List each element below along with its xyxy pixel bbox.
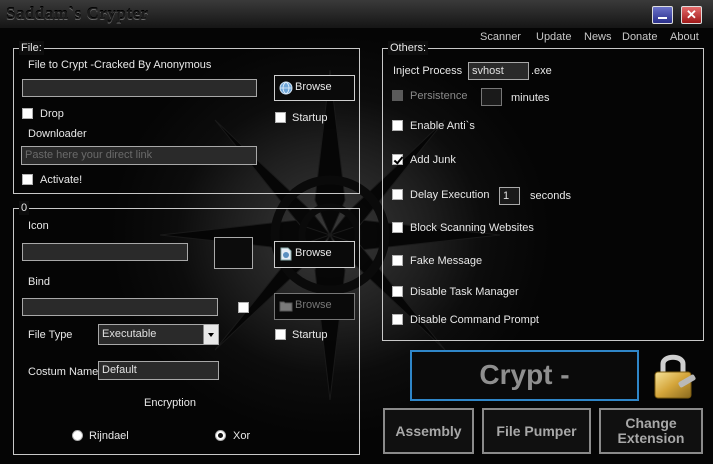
options-group-title: 0 (19, 201, 30, 215)
others-group-title: Others: (388, 41, 429, 55)
close-icon[interactable]: ✕ (681, 6, 702, 24)
file-pumper-button[interactable]: File Pumper (482, 408, 591, 454)
bind-startup-checkbox[interactable] (275, 329, 286, 340)
chevron-down-icon[interactable] (203, 325, 218, 344)
file-startup-label: Startup (292, 112, 328, 124)
title-bar[interactable]: Saddam`s Crypter ✕ (0, 0, 713, 28)
minimize-icon[interactable] (652, 6, 673, 24)
xor-radio[interactable] (215, 430, 226, 441)
icon-browse-button[interactable]: Browse (274, 241, 355, 268)
icon-path-input[interactable] (22, 243, 188, 261)
globe-icon (279, 81, 293, 95)
persistence-checkbox[interactable] (392, 90, 403, 101)
add-junk-checkbox[interactable] (392, 154, 403, 165)
rijndael-label: Rijndael (89, 430, 129, 442)
block-scanning-checkbox[interactable] (392, 222, 403, 233)
bind-startup-label: Startup (292, 329, 328, 341)
seconds-label: seconds (530, 190, 571, 202)
costum-name-input[interactable]: Default (98, 361, 219, 380)
menu-about[interactable]: About (670, 31, 699, 43)
persistence-label: Persistence (410, 90, 468, 102)
assembly-button[interactable]: Assembly (383, 408, 474, 454)
bind-browse-label: Browse (295, 299, 332, 311)
minutes-label: minutes (511, 92, 550, 104)
inject-ext-label: .exe (531, 65, 552, 77)
disable-task-manager-label: Disable Task Manager (410, 286, 519, 298)
document-icon (280, 247, 292, 261)
file-type-select[interactable]: Executable (98, 324, 219, 345)
file-browse-label: Browse (295, 81, 332, 93)
menu-news[interactable]: News (584, 31, 612, 43)
activate-checkbox[interactable] (22, 174, 33, 185)
padlock-icon (654, 354, 696, 399)
activate-label: Activate! (40, 174, 83, 186)
disable-cmd-checkbox[interactable] (392, 314, 403, 325)
bind-checkbox[interactable] (238, 302, 249, 313)
fake-message-label: Fake Message (410, 255, 483, 267)
delay-execution-label: Delay Execution (410, 189, 490, 201)
inject-process-input[interactable]: svhost (468, 62, 529, 80)
file-to-crypt-label: File to Crypt -Cracked By Anonymous (28, 59, 212, 71)
drop-label: Drop (40, 108, 64, 120)
bind-label: Bind (28, 276, 51, 288)
disable-task-manager-checkbox[interactable] (392, 286, 403, 297)
crypt-button[interactable]: Crypt - (410, 350, 639, 401)
folder-icon (279, 301, 293, 312)
menu-update[interactable]: Update (536, 31, 571, 43)
file-group-title: File: (19, 41, 44, 55)
block-scanning-label: Block Scanning Websites (410, 222, 534, 234)
disable-cmd-label: Disable Command Prompt (410, 314, 539, 326)
file-type-value: Executable (102, 328, 157, 340)
bind-path-input[interactable] (22, 298, 218, 316)
inject-process-label: Inject Process (393, 65, 463, 77)
icon-label: Icon (28, 220, 49, 232)
menu-scanner[interactable]: Scanner (480, 31, 521, 43)
direct-link-input[interactable]: Paste here your direct link (21, 146, 257, 165)
change-extension-button[interactable]: Change Extension (599, 408, 703, 454)
enable-anti-label: Enable Anti`s (410, 120, 475, 132)
xor-label: Xor (233, 430, 251, 442)
drop-checkbox[interactable] (22, 108, 33, 119)
enable-anti-checkbox[interactable] (392, 120, 403, 131)
fake-message-checkbox[interactable] (392, 255, 403, 266)
icon-preview (214, 237, 253, 269)
file-type-label: File Type (28, 329, 73, 341)
change-extension-line1: Change (625, 415, 677, 431)
window-title: Saddam`s Crypter (6, 4, 149, 23)
encryption-label: Encryption (144, 397, 196, 409)
delay-seconds-input[interactable]: 1 (499, 187, 520, 205)
costum-name-label: Costum Name (28, 366, 99, 378)
crypter-window: Saddam`s Crypter ✕ Scanner Update News D… (0, 0, 713, 464)
downloader-label: Downloader (28, 128, 87, 140)
file-startup-checkbox[interactable] (275, 112, 286, 123)
icon-browse-label: Browse (295, 247, 332, 259)
change-extension-line2: Extension (617, 430, 685, 446)
bind-browse-button[interactable]: Browse (274, 293, 355, 320)
rijndael-radio[interactable] (72, 430, 83, 441)
menu-donate[interactable]: Donate (622, 31, 657, 43)
delay-execution-checkbox[interactable] (392, 189, 403, 200)
persistence-minutes-input[interactable] (481, 88, 502, 106)
add-junk-label: Add Junk (410, 154, 456, 166)
file-browse-button[interactable]: Browse (274, 75, 355, 101)
file-path-input[interactable] (22, 79, 257, 97)
